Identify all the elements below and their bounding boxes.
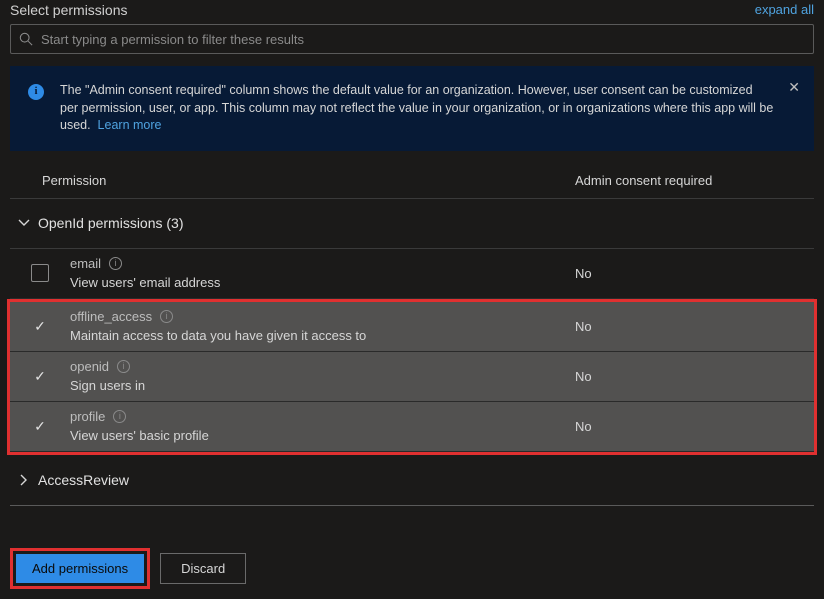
group-label: OpenId permissions (3) — [38, 215, 184, 231]
column-header-permission: Permission — [10, 173, 575, 188]
permission-desc: Sign users in — [70, 376, 575, 396]
learn-more-link[interactable]: Learn more — [98, 118, 162, 132]
info-text: The "Admin consent required" column show… — [60, 83, 773, 132]
permission-admin: No — [575, 266, 592, 281]
info-icon[interactable]: i — [109, 257, 122, 270]
permission-desc: Maintain access to data you have given i… — [70, 326, 575, 346]
highlighted-permissions: ✓ offline_access i Maintain access to da… — [7, 299, 817, 455]
divider — [10, 505, 814, 506]
checkbox-checked-icon[interactable]: ✓ — [34, 318, 46, 335]
permission-desc: View users' basic profile — [70, 426, 575, 446]
search-input[interactable] — [41, 32, 805, 47]
permission-row-offline-access[interactable]: ✓ offline_access i Maintain access to da… — [10, 302, 814, 352]
checkbox-checked-icon[interactable]: ✓ — [34, 368, 46, 385]
info-icon[interactable]: i — [160, 310, 173, 323]
chevron-down-icon — [18, 217, 30, 229]
info-icon[interactable]: i — [117, 360, 130, 373]
checkbox-unchecked[interactable] — [31, 264, 49, 282]
permission-row-openid[interactable]: ✓ openid i Sign users in No — [10, 352, 814, 402]
permission-row-email[interactable]: email i View users' email address No — [10, 249, 814, 299]
permission-admin: No — [575, 369, 592, 384]
close-icon[interactable]: ✕ — [788, 78, 800, 98]
search-box[interactable] — [10, 24, 814, 54]
permission-admin: No — [575, 419, 592, 434]
permission-name: email — [70, 254, 101, 274]
group-accessreview[interactable]: AccessReview — [10, 455, 814, 505]
page-title: Select permissions — [10, 2, 128, 18]
add-permissions-button[interactable]: Add permissions — [16, 554, 144, 583]
search-icon — [19, 32, 33, 46]
column-header-admin: Admin consent required — [575, 173, 814, 188]
group-openid-permissions[interactable]: OpenId permissions (3) — [10, 199, 814, 249]
permission-name: profile — [70, 407, 105, 427]
info-icon: i — [28, 84, 44, 100]
permission-admin: No — [575, 319, 592, 334]
permission-name: openid — [70, 357, 109, 377]
discard-button[interactable]: Discard — [160, 553, 246, 584]
group-label: AccessReview — [38, 472, 129, 488]
permission-desc: View users' email address — [70, 273, 575, 293]
checkbox-checked-icon[interactable]: ✓ — [34, 418, 46, 435]
add-permissions-highlight: Add permissions — [10, 548, 150, 589]
info-icon[interactable]: i — [113, 410, 126, 423]
permission-name: offline_access — [70, 307, 152, 327]
expand-all-link[interactable]: expand all — [755, 2, 814, 17]
info-banner: i ✕ The "Admin consent required" column … — [10, 66, 814, 151]
permission-row-profile[interactable]: ✓ profile i View users' basic profile No — [10, 402, 814, 452]
chevron-right-icon — [18, 474, 30, 486]
